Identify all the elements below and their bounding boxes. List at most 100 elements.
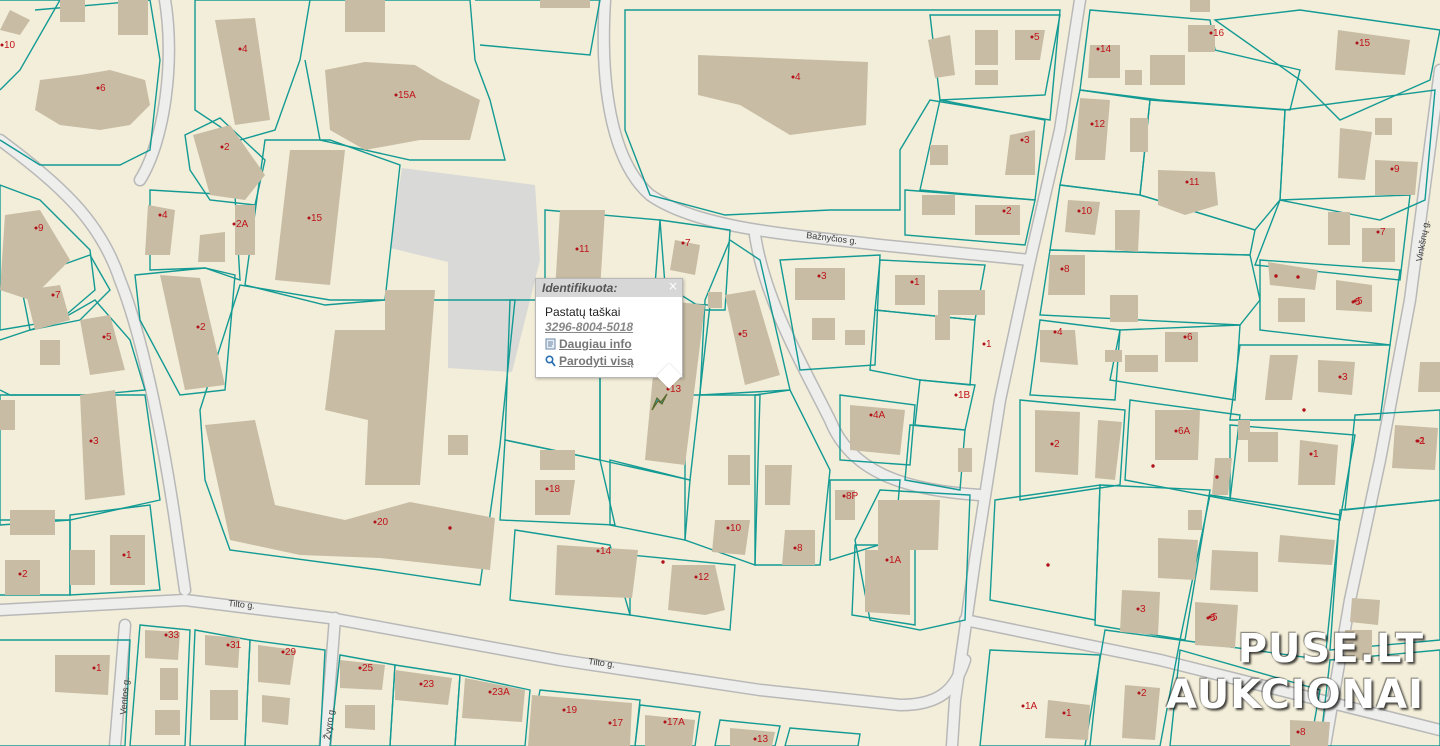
house-number: 17 <box>612 718 624 729</box>
house-number: 23 <box>423 679 435 690</box>
building <box>795 268 845 300</box>
building <box>1375 118 1392 135</box>
more-info-link[interactable]: Daugiau info <box>545 337 674 351</box>
popup-feature-id-link[interactable]: 3296-8004-5018 <box>545 320 674 334</box>
building <box>1115 210 1140 252</box>
house-number: 5 <box>1210 613 1216 624</box>
document-icon <box>545 338 556 350</box>
house-number: 9 <box>1394 164 1400 175</box>
house-number: 8 <box>797 543 803 554</box>
more-info-label: Daugiau info <box>559 337 632 351</box>
house-number: 23A <box>492 687 510 698</box>
popup-title: Identifikuota: <box>542 281 618 295</box>
identify-popup: Identifikuota: × Pastatų taškai 3296-800… <box>535 278 683 378</box>
house-number: 1 <box>1066 708 1072 719</box>
house-number: 5 <box>1034 32 1040 43</box>
house-number: 7 <box>1380 227 1386 238</box>
building <box>210 690 238 720</box>
house-number: 20 <box>377 517 389 528</box>
house-number: 31 <box>230 640 242 651</box>
building <box>958 448 972 472</box>
building <box>1125 70 1142 85</box>
location-arrow-icon[interactable] <box>650 392 670 412</box>
watermark-line2: AUKCIONAI <box>1166 672 1424 718</box>
popup-header: Identifikuota: × <box>536 279 682 297</box>
house-number: 3 <box>1342 372 1348 383</box>
building <box>1248 432 1278 462</box>
building <box>812 318 835 340</box>
house-number: 3 <box>1140 604 1146 615</box>
building <box>1130 118 1148 152</box>
building <box>1110 295 1138 322</box>
building <box>1290 720 1330 746</box>
building <box>118 0 148 35</box>
house-number: 1 <box>126 550 132 561</box>
house-number: 7 <box>685 238 691 249</box>
house-number: 29 <box>285 647 297 658</box>
watermark-line1: PUSE.LT <box>1237 626 1424 672</box>
house-number: 15 <box>311 213 323 224</box>
house-number: 2 <box>1054 439 1060 450</box>
house-number: 8 <box>1064 264 1070 275</box>
building <box>10 510 55 535</box>
building <box>1105 350 1122 362</box>
building <box>975 70 998 85</box>
house-number: 2 <box>1141 688 1147 699</box>
building <box>1190 0 1210 12</box>
house-number: 2 <box>200 322 206 333</box>
house-number: 15 <box>1359 38 1371 49</box>
building <box>1392 425 1438 470</box>
building <box>262 695 290 725</box>
building <box>1188 510 1202 530</box>
building <box>668 565 725 615</box>
house-number: 4A <box>873 410 886 421</box>
house-number: 14 <box>1100 44 1112 55</box>
building <box>930 145 948 165</box>
building <box>345 0 385 32</box>
popup-layer-name: Pastatų taškai <box>545 305 621 319</box>
house-number: 14 <box>600 546 612 557</box>
close-icon[interactable]: × <box>668 279 678 293</box>
house-number: 4 <box>1057 327 1063 338</box>
house-number: 18 <box>549 484 561 495</box>
house-number: 12 <box>1094 119 1106 130</box>
building <box>40 340 60 365</box>
building <box>0 400 15 430</box>
building <box>155 710 180 735</box>
building <box>1350 598 1380 625</box>
building <box>922 195 955 215</box>
house-number: 6A <box>1178 426 1191 437</box>
house-number: 2 <box>224 142 230 153</box>
building <box>1165 332 1198 362</box>
house-number: 15A <box>398 90 416 101</box>
house-number: 10 <box>4 40 16 51</box>
building <box>1328 212 1350 245</box>
house-number: 1A <box>889 555 902 566</box>
house-number: 16 <box>1213 28 1225 39</box>
building <box>145 205 175 255</box>
magnifier-icon <box>545 355 556 367</box>
house-number: 10 <box>1081 206 1093 217</box>
building <box>1238 420 1250 440</box>
building <box>845 330 865 345</box>
house-number: 1A <box>1025 701 1038 712</box>
building <box>540 450 575 470</box>
building <box>878 500 940 550</box>
building <box>1278 535 1335 565</box>
house-number: 6 <box>1187 332 1193 343</box>
show-all-link[interactable]: Parodyti visą <box>545 354 674 368</box>
building <box>1125 355 1158 372</box>
building <box>765 465 792 505</box>
building <box>935 315 950 340</box>
house-number: 8 <box>1300 727 1306 738</box>
building <box>1158 538 1198 580</box>
house-number: 7 <box>55 290 61 301</box>
house-number: 13 <box>757 734 769 745</box>
building <box>1150 55 1185 85</box>
house-number: 10 <box>730 523 742 534</box>
building <box>1318 360 1355 395</box>
house-number: 19 <box>566 705 578 716</box>
house-number: 9 <box>38 223 44 234</box>
house-number: 1 <box>986 339 992 350</box>
house-number: 11 <box>579 244 590 255</box>
